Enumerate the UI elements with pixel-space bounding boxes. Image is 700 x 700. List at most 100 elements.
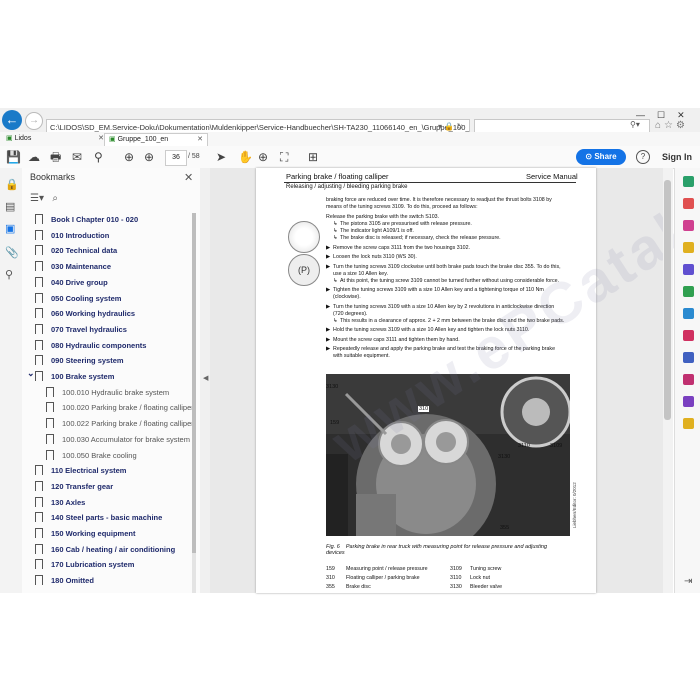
bookmark-item[interactable]: 100.030 Accumulator for brake system (46, 432, 190, 447)
bookmark-item[interactable]: 020 Technical data (35, 243, 117, 258)
bookmark-item[interactable]: 030 Maintenance (35, 259, 111, 274)
email-icon[interactable]: ✉ (72, 149, 82, 165)
redact-icon[interactable] (683, 330, 694, 341)
close-icon[interactable]: ✕ (677, 110, 697, 120)
bookmark-search-icon[interactable]: ⌕ (52, 193, 58, 204)
select-cursor-icon[interactable]: ➤ (216, 149, 226, 165)
maximize-icon[interactable]: ☐ (657, 110, 677, 120)
export-pdf-icon[interactable] (683, 176, 694, 187)
save-icon[interactable]: 💾 (6, 149, 21, 165)
fit-page-icon[interactable]: ⛶ (280, 149, 288, 165)
scroll-mode-icon[interactable]: ⊞ (308, 149, 318, 165)
organize-pages-icon[interactable] (683, 286, 694, 297)
attachment-icon[interactable]: 📎 (5, 246, 19, 259)
bookmark-label: 140 Steel parts - basic machine (51, 513, 163, 523)
close-icon[interactable]: ✕ (184, 171, 193, 184)
tab-gruppe[interactable]: ▣ Gruppe_100_en ✕ (104, 133, 208, 146)
fill-sign-icon[interactable] (683, 374, 694, 385)
instruction-step: ▶ Remove the screw caps 3111 from the two… (326, 245, 470, 251)
upload-icon[interactable]: ☁ (28, 149, 40, 165)
back-button[interactable]: ← (2, 110, 22, 130)
tab-lidos[interactable]: ▣ Lidos ✕ (2, 133, 108, 145)
lock-icon[interactable]: 🔒 (5, 178, 19, 191)
instruction-result: ↳ The indicator light A109/1 is off. (333, 228, 414, 234)
bookmark-label: 180 Omitted (51, 576, 94, 586)
home-icon[interactable]: ⌂ (655, 120, 664, 131)
bookmark-label: 120 Transfer gear (51, 481, 114, 491)
bookmark-item[interactable]: 130 Axles (35, 495, 85, 510)
dropdown-icon[interactable]: ▾ (438, 122, 442, 131)
comment-icon[interactable] (683, 242, 694, 253)
step-arrow-icon: ▶ (326, 263, 331, 270)
expand-tools-icon[interactable]: ⇥ (684, 576, 692, 587)
scrollbar-thumb[interactable] (664, 180, 671, 420)
bookmark-icon[interactable]: ▣ (5, 222, 15, 235)
chevron-down-icon[interactable]: ⌄ (27, 366, 35, 381)
bookmark-item[interactable]: 100.010 Hydraulic brake system (46, 385, 169, 400)
create-pdf-icon[interactable] (683, 198, 694, 209)
minimize-icon[interactable]: — (636, 110, 657, 120)
bookmark-icon (35, 308, 43, 319)
hand-tool-icon[interactable]: ✋ (238, 149, 253, 165)
search-icon[interactable]: ⚲ (5, 268, 13, 281)
pages-icon[interactable]: ▤ (5, 200, 15, 213)
bookmark-options[interactable]: ☰▾ ⌕ (30, 193, 58, 204)
bookmark-icon (35, 339, 43, 350)
bookmark-item[interactable]: 180 Omitted (35, 573, 94, 588)
scrollbar-thumb[interactable] (192, 213, 196, 553)
instruction-text: use a size 10 Allen key. (333, 271, 388, 277)
refresh-icon[interactable]: ↻ (456, 122, 463, 131)
bookmark-item[interactable]: 160 Cab / heating / air conditioning (35, 542, 175, 557)
prev-page-icon[interactable]: ⊕ (124, 149, 134, 165)
step-arrow-icon: ▶ (326, 244, 331, 251)
bookmark-icon (35, 245, 43, 256)
search-icon[interactable]: ⚲▾ (630, 120, 640, 129)
bookmark-icon (35, 543, 43, 554)
sign-icon[interactable] (683, 396, 694, 407)
star-icon[interactable]: ☆ (664, 120, 676, 131)
collapse-panel-icon[interactable]: ◀ (203, 374, 208, 382)
bookmark-item[interactable]: 050 Cooling system (35, 291, 121, 306)
bookmark-item[interactable]: 080 Hydraulic components (35, 338, 146, 353)
bookmark-icon (35, 528, 43, 538)
options-menu-icon[interactable]: ☰▾ (30, 193, 44, 204)
bookmark-item[interactable]: Book I Chapter 010 - 020 (35, 212, 138, 227)
bookmark-item[interactable]: 090 Steering system (35, 353, 124, 368)
bookmark-item[interactable]: 110 Electrical system (35, 463, 126, 478)
print-icon[interactable]: 🖶 (50, 149, 61, 165)
bookmark-item[interactable]: 100.020 Parking brake / floating callipe… (46, 400, 194, 415)
bookmark-item[interactable]: 170 Lubrication system (35, 557, 134, 572)
next-page-icon[interactable]: ⊕ (144, 149, 154, 165)
bookmark-item[interactable]: 040 Drive group (35, 275, 108, 290)
help-icon[interactable]: ? (636, 150, 650, 164)
forward-button[interactable]: → (25, 112, 43, 130)
bookmark-icon (35, 512, 43, 523)
bookmark-label: 080 Hydraulic components (51, 340, 147, 350)
protect-icon[interactable] (683, 352, 694, 363)
page-number-input[interactable]: 36 (165, 150, 187, 166)
gear-icon[interactable]: ⚙ (676, 120, 688, 131)
bookmark-icon (35, 229, 43, 240)
more-tools-icon[interactable] (683, 418, 694, 429)
tab-label: Gruppe_100_en (117, 136, 169, 143)
zoom-in-icon[interactable]: ⊕ (258, 149, 268, 165)
bookmark-item[interactable]: 070 Travel hydraulics (35, 322, 127, 337)
tab-close-icon[interactable]: ✕ (197, 134, 203, 146)
bookmark-item[interactable]: 100.050 Brake cooling (46, 448, 137, 463)
sign-in-link[interactable]: Sign In (662, 150, 692, 164)
bookmark-item[interactable]: 060 Working hydraulics (35, 306, 135, 321)
bookmark-item[interactable]: 150 Working equipment (35, 526, 135, 541)
find-icon[interactable]: ⚲ (94, 149, 103, 165)
bookmark-item[interactable]: 010 Introduction (35, 228, 109, 243)
bookmark-item[interactable]: ⌄ 100 Brake system (27, 368, 114, 384)
share-button[interactable]: ⊙ Share (576, 149, 626, 165)
bookmark-item[interactable]: 140 Steel parts - basic machine (35, 510, 162, 525)
scan-icon[interactable] (683, 308, 694, 319)
bookmark-item[interactable]: 120 Transfer gear (35, 479, 113, 494)
bookmark-icon (35, 355, 43, 366)
bookmark-item[interactable]: 100.022 Parking brake / floating callipe… (46, 416, 194, 431)
edit-pdf-icon[interactable] (683, 220, 694, 231)
combine-files-icon[interactable] (683, 264, 694, 275)
bookmark-icon (35, 292, 43, 303)
tab-label: Lidos (14, 135, 32, 142)
